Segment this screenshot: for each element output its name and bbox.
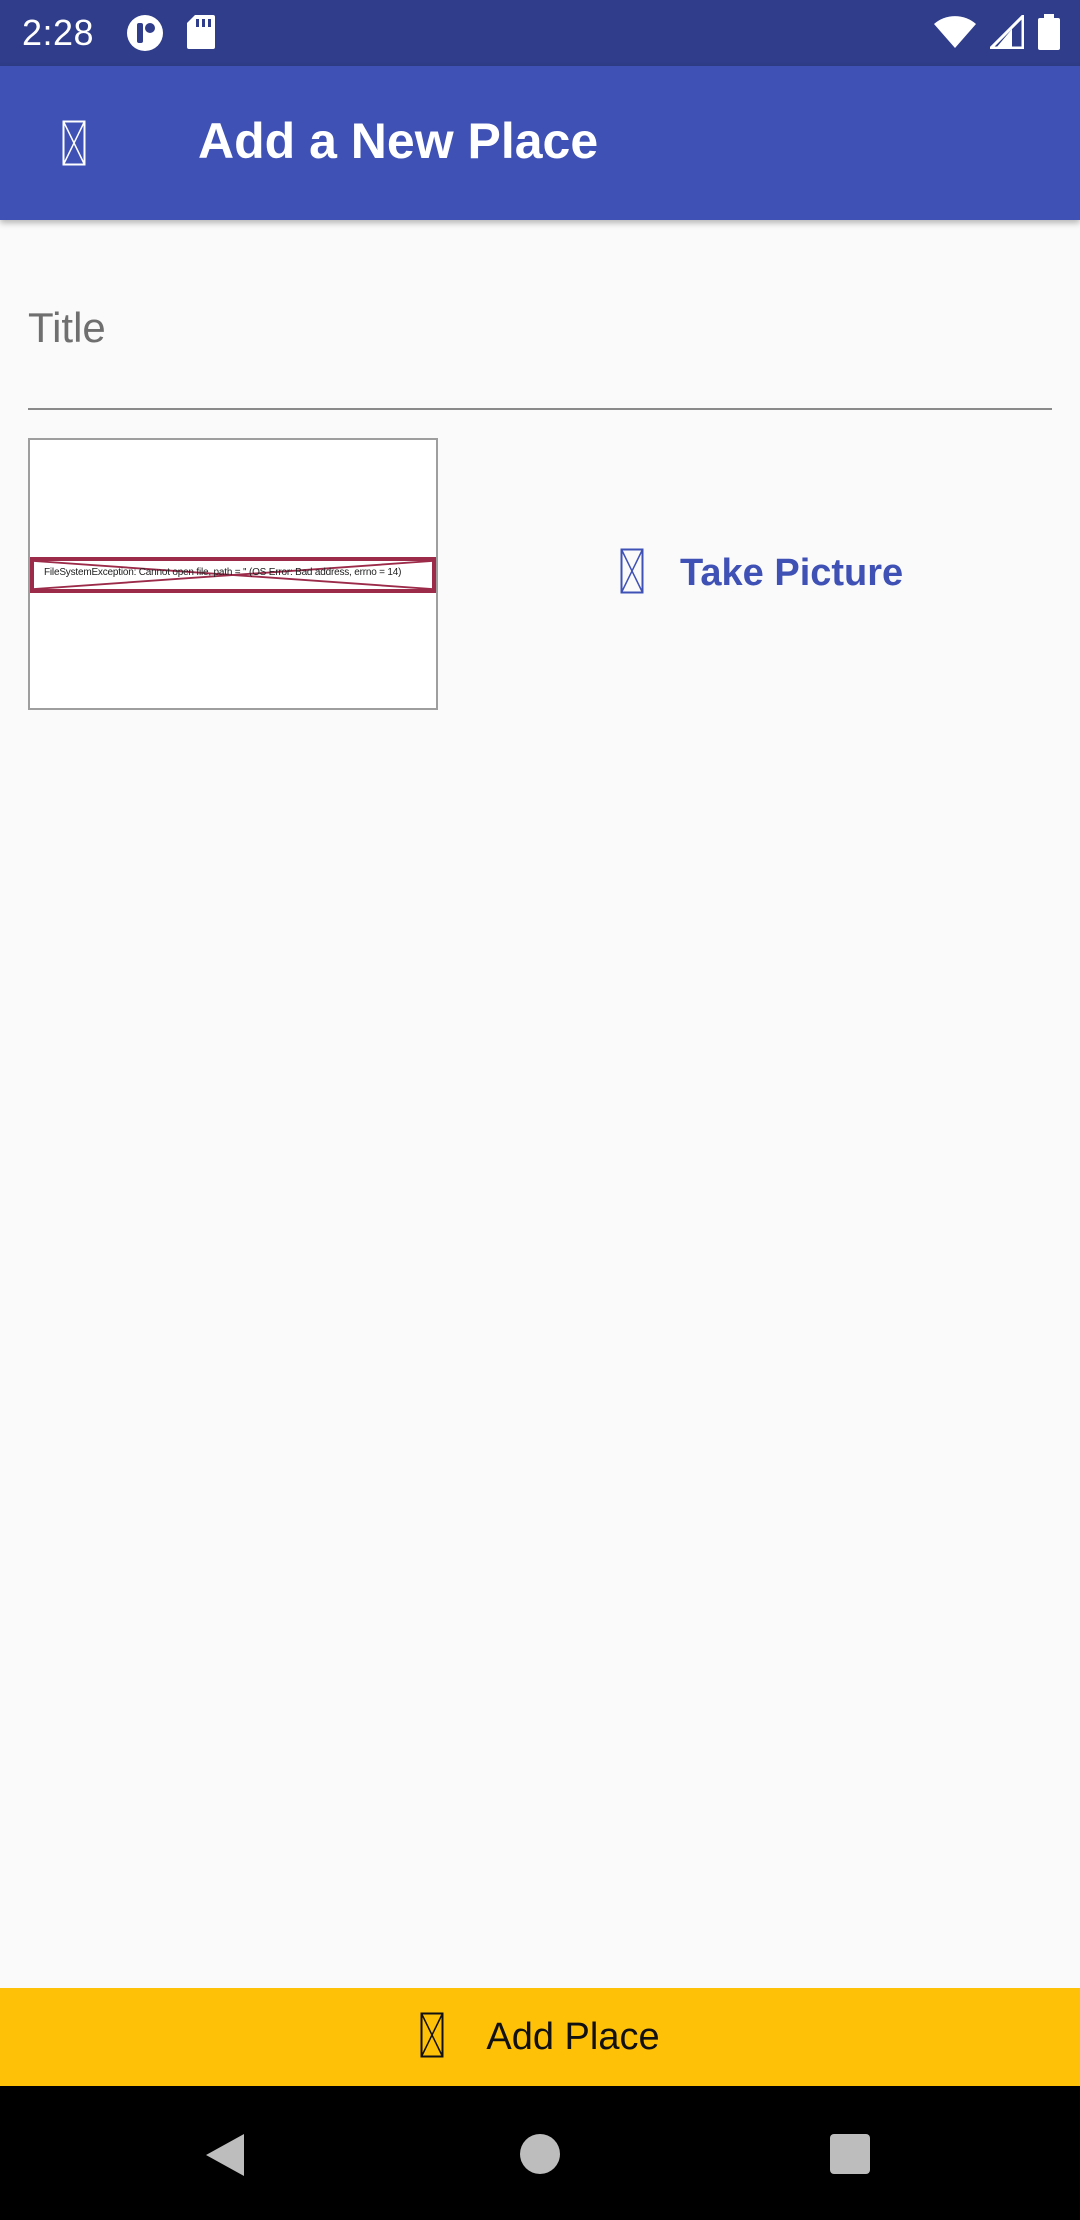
add-place-label: Add Place bbox=[486, 2015, 660, 2058]
take-picture-label: Take Picture bbox=[680, 552, 904, 594]
nav-recents-icon[interactable] bbox=[829, 2133, 871, 2180]
battery-icon bbox=[1038, 14, 1060, 55]
status-right-icons bbox=[934, 12, 1060, 55]
title-field[interactable] bbox=[28, 280, 1052, 412]
title-underline bbox=[28, 408, 1052, 410]
sd-card-icon bbox=[186, 14, 216, 57]
back-missing-glyph-icon[interactable] bbox=[62, 120, 86, 166]
app-bar: Add a New Place bbox=[0, 66, 1080, 220]
cellular-signal-icon bbox=[987, 12, 1025, 54]
status-bar: 2:28 bbox=[0, 0, 1080, 66]
nav-home-icon[interactable] bbox=[519, 2133, 561, 2180]
status-time: 2:28 bbox=[22, 12, 95, 53]
camera-missing-glyph-icon bbox=[620, 548, 644, 599]
page-title: Add a New Place bbox=[198, 113, 599, 169]
title-input[interactable] bbox=[28, 280, 1052, 376]
wifi-icon bbox=[934, 15, 976, 54]
add-place-button[interactable]: Add Place bbox=[0, 1988, 1080, 2086]
nav-back-icon[interactable] bbox=[204, 2132, 246, 2183]
notification-app-icon bbox=[126, 14, 164, 57]
take-picture-button[interactable]: Take Picture bbox=[620, 548, 903, 599]
add-missing-glyph-icon bbox=[420, 2012, 444, 2063]
status-left-icons bbox=[126, 14, 216, 57]
navigation-bar bbox=[0, 2086, 1080, 2220]
image-preview: FileSystemException: Cannot open file, p… bbox=[28, 438, 438, 710]
image-error-banner: FileSystemException: Cannot open file, p… bbox=[30, 557, 436, 593]
image-error-text: FileSystemException: Cannot open file, p… bbox=[44, 567, 402, 578]
